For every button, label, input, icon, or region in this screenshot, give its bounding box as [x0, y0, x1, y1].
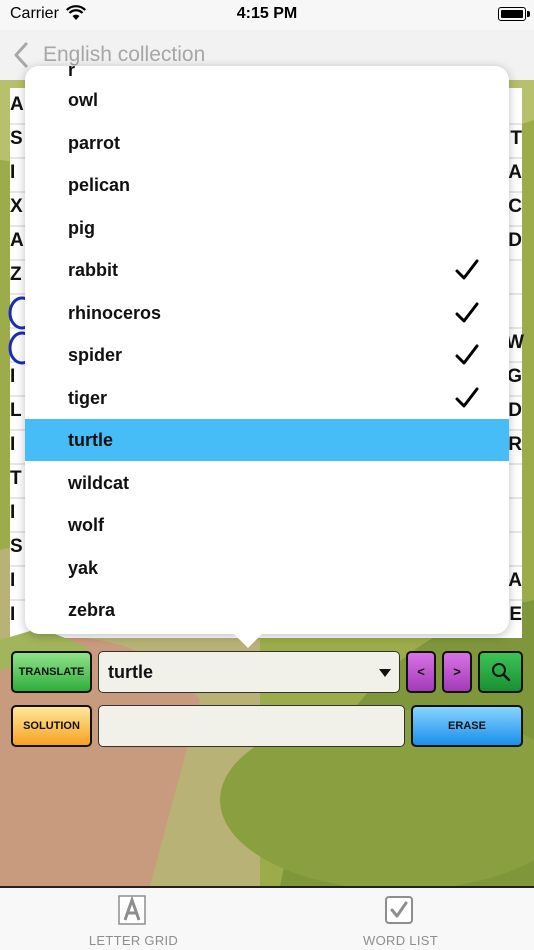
word-list-item-label: yak — [68, 557, 99, 578]
translate-button[interactable]: TRANSLATE — [11, 651, 92, 693]
search-icon — [492, 663, 511, 682]
checkmark-icon — [455, 259, 479, 286]
checkmark-icon — [455, 387, 479, 414]
word-list-popover: r owl parrot pelican pig rabbit rhinoceros spi… — [25, 66, 509, 634]
word-list-item-label: zebra — [68, 600, 116, 620]
word-list-item-label: wolf — [68, 515, 104, 535]
word-list-item[interactable]: wildcat — [25, 462, 509, 504]
word-list-item-label: owl — [68, 90, 98, 110]
erase-button[interactable]: ERASE — [411, 705, 523, 747]
word-list-item-label: parrot — [68, 132, 121, 153]
word-list-item-label: pelican — [68, 175, 131, 195]
grid-letter[interactable]: S — [10, 122, 26, 156]
word-list-item[interactable]: turtle — [25, 419, 509, 461]
tab-word-list[interactable]: WORD LIST — [267, 888, 534, 950]
word-select-value: turtle — [108, 662, 153, 682]
word-list-item[interactable]: pelican — [25, 164, 509, 206]
word-list-item-label: tiger — [68, 387, 108, 408]
back-button[interactable]: English collection — [43, 43, 205, 67]
word-list-item[interactable]: tiger — [25, 377, 509, 419]
solution-field[interactable] — [98, 705, 405, 747]
word-list-item-label: pig — [68, 217, 95, 238]
grid-letter[interactable] — [10, 292, 26, 326]
clock: 4:15 PM — [236, 5, 298, 22]
grid-letter[interactable]: S — [10, 530, 26, 564]
word-list-item[interactable]: owl — [25, 79, 509, 121]
checkbox-icon — [385, 895, 413, 925]
word-list-item-label: turtle — [68, 430, 113, 450]
battery-icon — [498, 7, 530, 21]
status-bar: Carrier 4:15 PM — [0, 0, 534, 30]
solution-button[interactable]: SOLUTION — [11, 705, 92, 747]
grid-letter[interactable]: L — [10, 394, 26, 428]
tab-label: WORD LIST — [363, 933, 438, 948]
word-list-item-label: rabbit — [68, 260, 119, 280]
word-list-item-label: spider — [68, 345, 123, 365]
search-button[interactable] — [478, 651, 523, 693]
letter-grid-icon — [118, 895, 146, 925]
grid-letter[interactable] — [10, 326, 26, 360]
word-list-item[interactable]: rabbit — [25, 249, 509, 291]
popover-arrow — [232, 632, 264, 648]
grid-letter[interactable]: I — [10, 496, 26, 530]
grid-letter[interactable]: X — [10, 190, 26, 224]
grid-letter[interactable]: A — [10, 224, 26, 258]
checkmark-icon — [455, 302, 479, 329]
word-list-item[interactable]: rhinoceros — [25, 292, 509, 334]
word-list-item[interactable]: zebra — [25, 589, 509, 631]
grid-letter[interactable]: I — [10, 428, 26, 462]
chevron-left-icon[interactable] — [14, 42, 28, 73]
grid-letter[interactable]: T — [10, 462, 26, 496]
grid-letter[interactable]: I — [10, 598, 26, 632]
word-list-item-label: wildcat — [68, 472, 130, 493]
grid-letter[interactable]: Z — [10, 258, 26, 292]
word-list-item-label: rhinoceros — [68, 302, 162, 323]
chevron-down-icon — [379, 669, 391, 677]
checkmark-icon — [455, 344, 479, 371]
next-word-button[interactable]: > — [442, 651, 472, 693]
word-list-item[interactable]: pig — [25, 207, 509, 249]
word-list-item[interactable]: wolf — [25, 504, 509, 546]
grid-letter[interactable]: A — [10, 88, 26, 122]
grid-letter[interactable]: I — [10, 360, 26, 394]
grid-left-letters: A S I X A Z I L I T I S I I — [10, 88, 26, 632]
word-select[interactable]: turtle — [98, 651, 400, 693]
word-list-item[interactable]: parrot — [25, 122, 509, 164]
word-list-item[interactable]: spider — [25, 334, 509, 376]
tab-bar: LETTER GRID WORD LIST — [0, 888, 534, 950]
tab-letter-grid[interactable]: LETTER GRID — [0, 888, 267, 950]
tab-label: LETTER GRID — [88, 933, 179, 948]
grid-letter[interactable]: I — [10, 564, 26, 598]
previous-word-button[interactable]: < — [406, 651, 436, 693]
grid-letter[interactable]: I — [10, 156, 26, 190]
word-list-item[interactable]: yak — [25, 547, 509, 589]
